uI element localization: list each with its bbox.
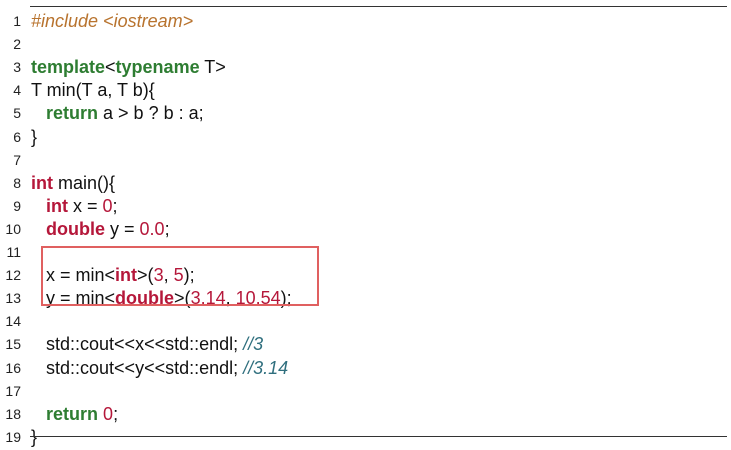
line-number: 5: [13, 105, 21, 122]
line-number: 2: [13, 36, 21, 53]
code-token: main(){: [53, 172, 116, 193]
code-token: }: [31, 126, 38, 147]
code-line: 18 return 0;: [0, 401, 731, 427]
line-number: 16: [5, 359, 21, 376]
code-token: a > b ? b : a;: [98, 103, 204, 124]
code-text: double y = 0.0;: [31, 216, 170, 242]
code-line: 3 template<typename T>: [0, 54, 731, 80]
code-line: 9 int x = 0;: [0, 193, 731, 219]
code-line: 4 T min(T a, T b){: [0, 77, 731, 103]
code-text: int main(){: [31, 170, 115, 196]
keyword-token: int: [31, 172, 53, 193]
line-number: 3: [13, 59, 21, 76]
code-text: std::cout<<x<<std::endl; //3: [31, 331, 263, 357]
code-token: <: [105, 57, 116, 78]
code-text: return a > b ? b : a;: [31, 100, 204, 126]
code-token: T>: [199, 57, 226, 78]
number-token: 0: [103, 403, 114, 424]
code-text: int x = 0;: [31, 193, 118, 219]
highlight-box: [41, 246, 319, 306]
comment-token: //3.14: [243, 357, 289, 378]
line-number: 17: [5, 382, 21, 399]
top-rule: [30, 6, 727, 7]
number-token: 0: [102, 195, 113, 216]
code-line: 16 std::cout<<y<<std::endl; //3.14: [0, 355, 731, 381]
line-number: 13: [5, 290, 21, 307]
code-token: y =: [105, 218, 140, 239]
code-line: 7: [0, 147, 731, 173]
code-text: std::cout<<y<<std::endl; //3.14: [31, 355, 288, 381]
line-number: 10: [5, 220, 21, 237]
keyword-token: int: [46, 195, 69, 216]
code-token: std::cout<<y<<std::endl;: [31, 357, 244, 378]
code-line: 8 int main(){: [0, 170, 731, 196]
code-token: x =: [68, 195, 103, 216]
bottom-rule: [30, 436, 727, 437]
line-number: 18: [5, 405, 21, 422]
preprocessor-token: #include <iostream>: [31, 11, 194, 31]
code-line: 14: [0, 308, 731, 334]
code-line: 17: [0, 378, 731, 404]
line-number: 15: [5, 336, 21, 353]
line-number: 14: [5, 313, 21, 330]
code-text: }: [31, 124, 37, 150]
code-token: ;: [112, 195, 118, 216]
code-token: ;: [164, 218, 170, 239]
code-line: 10 double y = 0.0;: [0, 216, 731, 242]
line-number: 1: [13, 13, 21, 29]
code-line: 2: [0, 31, 731, 57]
keyword-token: typename: [115, 57, 200, 78]
code-token: std::cout<<x<<std::endl;: [31, 334, 244, 355]
code-listing: 1 #include <iostream> 2 3 template<typename …: [0, 0, 731, 447]
line-number: 11: [6, 244, 21, 260]
line-number: 7: [13, 151, 21, 168]
code-text: T min(T a, T b){: [31, 77, 155, 103]
code-text: return 0;: [31, 401, 118, 427]
line-number: 6: [13, 128, 21, 145]
code-text: #include <iostream>: [31, 8, 193, 34]
code-token: T min(T a, T b){: [31, 80, 155, 101]
line-number: 8: [13, 174, 21, 191]
keyword-token: return: [46, 103, 99, 124]
line-number: 4: [13, 82, 21, 99]
number-token: 0.0: [139, 218, 165, 239]
line-number: 9: [13, 197, 21, 214]
line-number: 19: [5, 428, 21, 445]
code-line: 15 std::cout<<x<<std::endl; //3: [0, 331, 731, 357]
keyword-token: template: [31, 57, 106, 78]
keyword-token: double: [46, 218, 106, 239]
keyword-token: return: [46, 403, 99, 424]
code-text: template<typename T>: [31, 54, 226, 80]
comment-token: //3: [243, 334, 264, 355]
code-line: 6}: [0, 124, 731, 150]
code-token: ;: [113, 403, 119, 424]
code-line: 5 return a > b ? b : a;: [0, 100, 731, 126]
line-number: 12: [5, 267, 21, 284]
code-line: 1 #include <iostream>: [0, 8, 731, 34]
